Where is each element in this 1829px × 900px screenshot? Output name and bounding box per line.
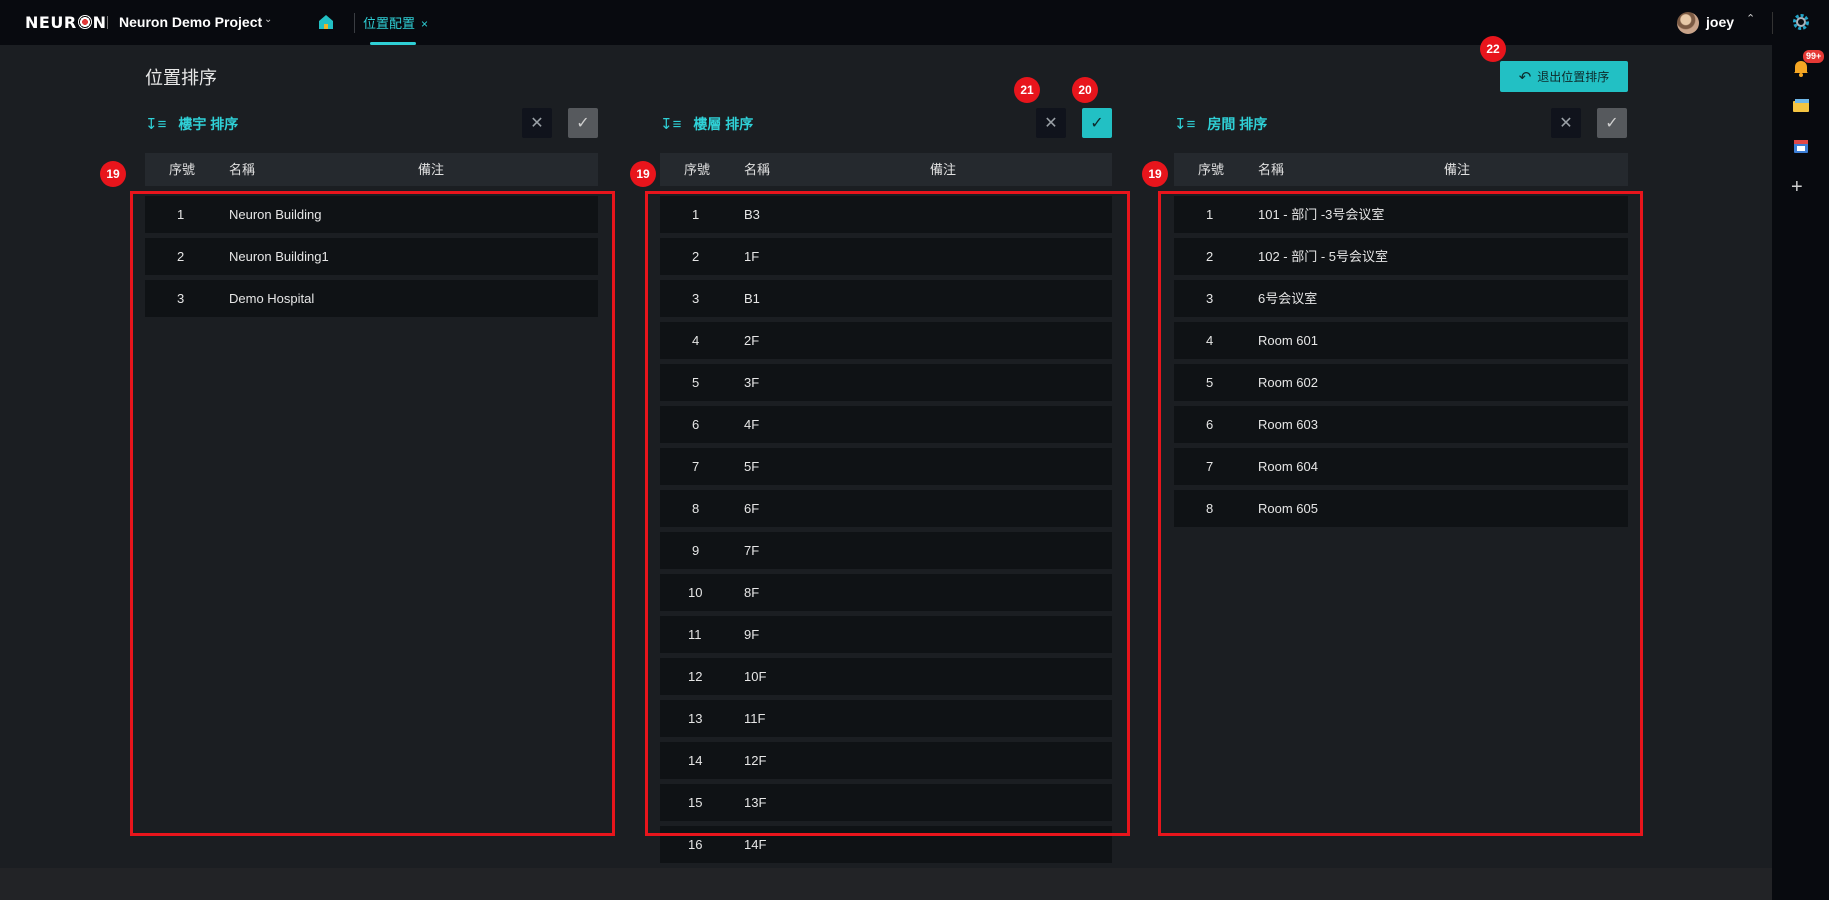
annotation-box (130, 191, 615, 836)
column-header-remark: 備注 (418, 162, 445, 177)
annotation-marker: 21 (1014, 77, 1040, 103)
annotation-marker: 19 (1142, 161, 1168, 187)
top-bar: NEUR N Neuron Demo Project ⌄ 位置配置 × joey ⌃ (0, 0, 1772, 45)
table-header: 序號 名稱 備注 (145, 153, 598, 186)
annotation-marker: 19 (630, 161, 656, 187)
cancel-button[interactable]: ✕ (522, 108, 552, 138)
column-title: 樓層 排序 (693, 116, 754, 132)
home-icon[interactable] (317, 13, 335, 31)
confirm-button[interactable]: ✓ (1082, 108, 1112, 138)
chevron-up-icon[interactable]: ⌃ (1746, 12, 1755, 25)
divider (107, 16, 108, 29)
cancel-button[interactable]: ✕ (1551, 108, 1581, 138)
undo-icon: ↶ (1518, 68, 1532, 86)
calendar-icon[interactable] (1791, 136, 1811, 156)
annotation-box (1158, 191, 1643, 836)
notification-badge: 99+ (1803, 50, 1825, 63)
table-header: 序號 名稱 備注 (660, 153, 1112, 186)
plus-icon[interactable]: + (1791, 176, 1803, 199)
column-header-remark: 備注 (1444, 162, 1471, 177)
divider (1772, 12, 1773, 34)
exit-sort-label: 退出位置排序 (1537, 70, 1610, 84)
tab-location-config[interactable]: 位置配置 × (354, 13, 428, 33)
annotation-marker: 20 (1072, 77, 1098, 103)
column-header-name: 名稱 (229, 162, 256, 177)
annotation-box (645, 191, 1130, 836)
column-header-index: 序號 (169, 162, 196, 177)
page-title: 位置排序 (145, 68, 217, 88)
exit-sort-button[interactable]: ↶ 退出位置排序 (1500, 61, 1628, 92)
project-selector[interactable]: Neuron Demo Project (119, 14, 262, 30)
close-icon[interactable]: × (421, 17, 428, 31)
confirm-button[interactable]: ✓ (568, 108, 598, 138)
neuron-logo[interactable]: NEUR N (25, 13, 107, 32)
ticket-icon[interactable] (1791, 96, 1811, 116)
column-header-name: 名稱 (1258, 162, 1285, 177)
floor-sort-title: ↧≡ 樓層 排序 (660, 114, 753, 134)
column-header-name: 名稱 (744, 162, 771, 177)
sort-icon: ↧≡ (145, 116, 167, 133)
annotation-marker: 19 (100, 161, 126, 187)
chevron-down-icon[interactable]: ⌄ (264, 14, 272, 25)
column-title: 房間 排序 (1207, 116, 1268, 132)
confirm-button[interactable]: ✓ (1597, 108, 1627, 138)
table-header: 序號 名稱 備注 (1174, 153, 1628, 186)
sort-icon: ↧≡ (1174, 116, 1196, 133)
user-name[interactable]: joey (1706, 14, 1734, 30)
right-rail (1772, 0, 1829, 900)
column-header-index: 序號 (684, 162, 711, 177)
room-sort-title: ↧≡ 房間 排序 (1174, 114, 1267, 134)
column-title: 樓宇 排序 (178, 116, 239, 132)
building-sort-title: ↧≡ 樓宇 排序 (145, 114, 238, 134)
bottom-strip (0, 868, 1772, 900)
sort-icon: ↧≡ (660, 116, 682, 133)
tab-label: 位置配置 (363, 16, 416, 31)
column-header-index: 序號 (1198, 162, 1225, 177)
column-header-remark: 備注 (930, 162, 957, 177)
gear-icon[interactable] (1791, 12, 1811, 32)
annotation-marker: 22 (1480, 36, 1506, 62)
avatar[interactable] (1677, 12, 1699, 34)
cancel-button[interactable]: ✕ (1036, 108, 1066, 138)
